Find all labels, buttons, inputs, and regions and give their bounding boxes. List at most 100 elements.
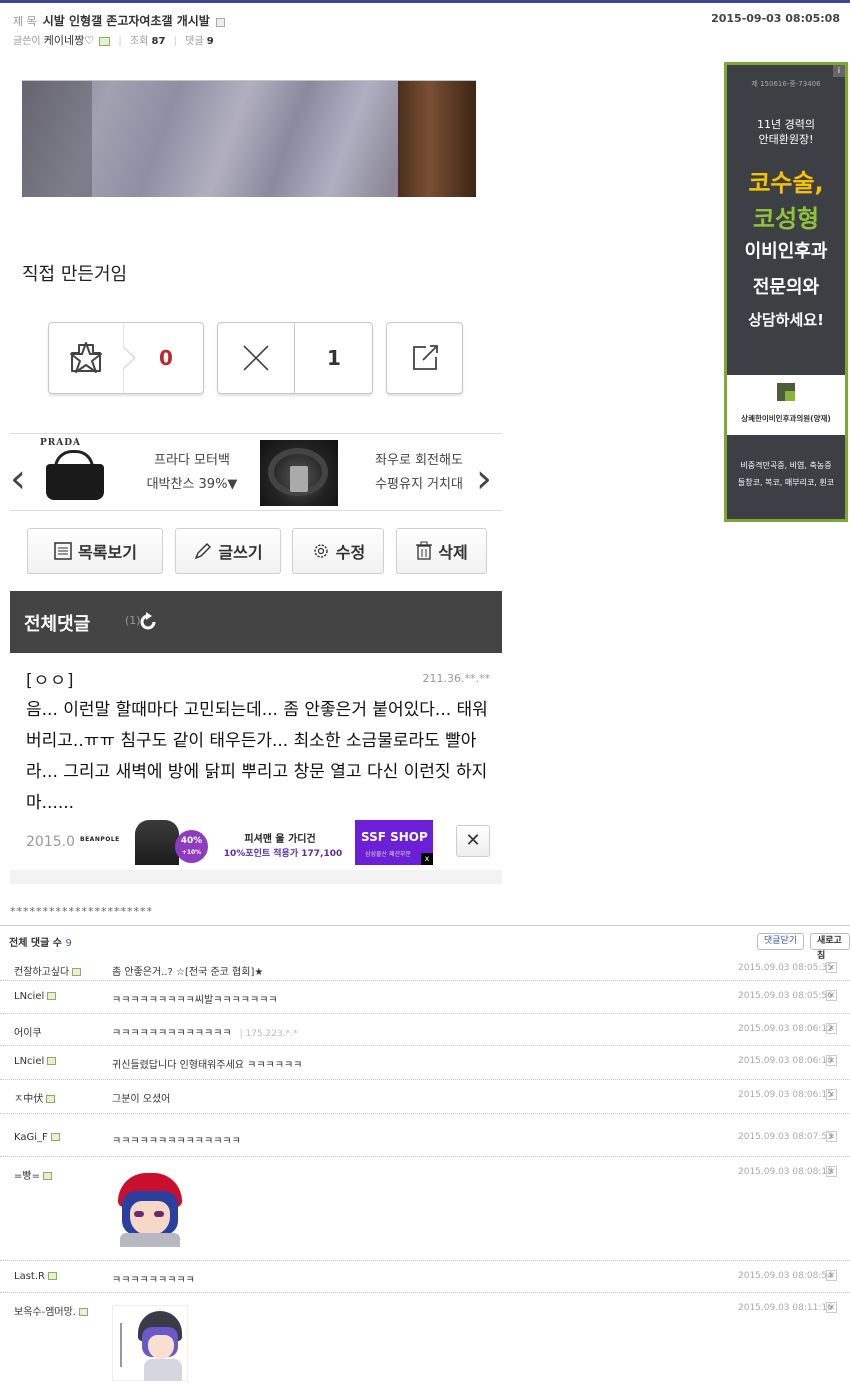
list-date: 2015.09.03 08:08:54 <box>738 1271 833 1281</box>
write-button[interactable]: 글쓰기 <box>175 528 281 574</box>
car-mount-image[interactable] <box>260 440 338 506</box>
gallog-icon[interactable] <box>72 968 82 976</box>
edit-button[interactable]: 수정 <box>292 528 384 574</box>
delete-comment-icon[interactable]: ✕ <box>826 1055 837 1066</box>
delete-comment-icon[interactable]: ✕ <box>826 1302 837 1313</box>
banner-item-2-text[interactable]: 좌우로 회전해도 수평유지 거치대 <box>344 449 494 497</box>
list-nick[interactable]: LNciel <box>14 1056 57 1067</box>
gallog-icon[interactable] <box>79 1308 88 1316</box>
list-date: 2015.09.03 08:11:16 <box>738 1303 833 1313</box>
dccon-image <box>112 1171 188 1247</box>
inline-ad[interactable]: BEANPOLE 40% +10% 피셔맨 울 가디건 10%포인트 적용가 17… <box>75 820 437 865</box>
list-nick[interactable]: =빵= <box>14 1167 52 1182</box>
list-item: 어이쿠 ㅋㅋㅋㅋㅋㅋㅋㅋㅋㅋㅋㅋㅋ | 175.223.*.* 2015.09.0… <box>0 1014 850 1046</box>
refresh-comments-button[interactable]: 새로고침 <box>810 933 850 961</box>
list-text: 그분이 오셨어 <box>112 1094 171 1105</box>
list-item: ㅈ中伏 그분이 오셨어 2015.09.03 08:06:15 ✕ <box>0 1080 850 1114</box>
list-text: 좀 안좋은거..? ☆[전국 준코 협회]★ <box>112 967 264 978</box>
list-nick[interactable]: LNciel <box>14 991 57 1002</box>
list-text: ㅋㅋㅋㅋㅋㅋㅋㅋㅋㅋㅋㅋㅋㅋ <box>112 1136 241 1147</box>
list-text: ㅋㅋㅋㅋㅋㅋㅋㅋㅋ씨발ㅋㅋㅋㅋㅋㅋㅋ <box>112 995 278 1006</box>
delete-button[interactable]: 삭제 <box>396 528 487 574</box>
ad-big-4: 전문의와 <box>752 277 820 298</box>
gallog-icon[interactable] <box>50 1133 60 1141</box>
recommend-button[interactable] <box>49 323 123 393</box>
share-button[interactable] <box>386 322 463 394</box>
ad-big-2: 코성형 <box>752 205 820 233</box>
delete-comment-icon[interactable]: ✕ <box>826 1089 837 1100</box>
ad-big-5: 상담하세요! <box>748 311 824 329</box>
side-ad[interactable]: i 제 150616-중-73406 11년 경력의 안태환원장! 코수술, 코성… <box>724 62 848 522</box>
ad-info-icon[interactable]: i <box>833 65 845 77</box>
comment-header: 전체댓글 (1) <box>10 591 502 653</box>
views-label: 조회 <box>129 36 149 47</box>
list-date: 2015.09.03 08:06:15 <box>738 1090 833 1100</box>
list-button[interactable]: 목록보기 <box>27 528 163 574</box>
list-nick[interactable]: ㅈ中伏 <box>14 1090 56 1105</box>
post-title: 시발 인형갤 존고자여초갤 개시발 <box>42 14 210 28</box>
refresh-icon[interactable] <box>137 611 159 633</box>
pencil-icon <box>195 543 212 560</box>
dccon-image <box>112 1305 188 1381</box>
list-label: 목록보기 <box>78 543 137 562</box>
delete-comment-icon[interactable]: ✕ <box>826 1270 837 1281</box>
prada-bag-image[interactable]: PRADA <box>40 438 110 506</box>
comment-date: 2015.0 <box>26 834 75 850</box>
banner-next-icon[interactable]: › <box>476 456 492 502</box>
ad-x-icon[interactable]: x <box>421 853 433 865</box>
unrecommend-box: 1 <box>217 322 373 394</box>
ad-close-button[interactable]: ✕ <box>456 825 490 857</box>
banner-prev-icon[interactable]: ‹ <box>10 456 26 502</box>
comment-body: 음... 이런말 할때마다 고민되는데... 좀 안좋은거 붙어있다... 태워… <box>26 700 488 813</box>
ad-intro: 11년 경력의 안태환원장! <box>757 118 815 146</box>
writer-nick[interactable]: 케이네짱♡ <box>44 34 94 47</box>
list-item: 보옥수-엠머망. 2015.09.03 08:11:16 ✕ <box>0 1293 850 1387</box>
banner-item-1-text[interactable]: 프라다 모터백 대박찬스 39%▼ <box>122 449 262 497</box>
gallog-icon[interactable] <box>42 1172 52 1180</box>
comment-header-title: 전체댓글 <box>24 614 91 635</box>
gallog-icon[interactable] <box>46 1095 56 1103</box>
list-nick[interactable]: KaGi_F <box>14 1132 60 1143</box>
post-photo[interactable] <box>22 80 476 197</box>
gallog-icon[interactable] <box>47 1272 57 1280</box>
list-item: 컨잘하고싶다 좀 안좋은거..? ☆[전국 준코 협회]★ 2015.09.03… <box>0 953 850 981</box>
ad-reg-no: 제 150616-중-73406 <box>751 80 821 88</box>
delete-comment-icon[interactable]: ✕ <box>826 1166 837 1177</box>
post-date: 2015-09-03 08:05:08 <box>711 12 840 25</box>
trash-icon <box>416 541 433 560</box>
list-nick[interactable]: 어이쿠 <box>14 1024 42 1039</box>
list-date: 2015.09.03 08:08:18 <box>738 1167 833 1177</box>
delete-comment-icon[interactable]: ✕ <box>826 962 837 973</box>
list-text: ㅋㅋㅋㅋㅋㅋㅋㅋㅋㅋㅋㅋㅋ | 175.223.*.* <box>112 1028 298 1039</box>
list-item: Last.R ㅋㅋㅋㅋㅋㅋㅋㅋㅋ 2015.09.03 08:08:54 ✕ <box>0 1261 850 1293</box>
unrecommend-button[interactable] <box>218 323 295 393</box>
recommend-box: 0 <box>48 322 204 394</box>
fold-comments-button[interactable]: 댓글닫기 <box>757 933 805 950</box>
delete-comment-icon[interactable]: ✕ <box>826 1131 837 1142</box>
prada-logo: PRADA <box>40 438 82 448</box>
comments-count: 9 <box>206 36 214 47</box>
comment-nick: [ㅇㅇ] <box>26 671 75 691</box>
delete-comment-icon[interactable]: ✕ <box>826 990 837 1001</box>
gallog-icon[interactable] <box>47 1057 57 1065</box>
ad-big-3: 이비인후과 <box>744 241 828 262</box>
ad-headline: 피셔맨 울 가디건 <box>244 834 316 845</box>
comment-total: 전체 댓글 수 9 <box>9 934 72 949</box>
star-icon <box>70 342 102 373</box>
recommend-count: 0 <box>159 346 173 370</box>
list-nick[interactable]: Last.R <box>14 1271 57 1282</box>
gallog-icon[interactable] <box>47 992 57 1000</box>
list-date: 2015.09.03 08:07:53 <box>738 1132 833 1142</box>
list-text: ㅋㅋㅋㅋㅋㅋㅋㅋㅋ <box>112 1275 195 1286</box>
comment-total-label: 전체 댓글 수 <box>9 938 62 949</box>
gallog-icon[interactable] <box>99 36 111 46</box>
divider-stars: ********************** <box>10 905 153 918</box>
ssf-shop-logo: SSF SHOP 삼성물산 패션부문 x <box>355 820 433 865</box>
model-image <box>135 820 179 865</box>
ad-bottom-text: 비중격만곡증, 비염, 축농증 들창코, 복코, 매부리코, 휜코 <box>737 461 835 487</box>
list-nick[interactable]: 컨잘하고싶다 <box>14 963 82 978</box>
list-nick[interactable]: 보옥수-엠머망. <box>14 1303 88 1318</box>
list-item: =빵= 2015.09.03 08:08:18 ✕ <box>0 1157 850 1261</box>
delete-comment-icon[interactable]: ✕ <box>826 1023 837 1034</box>
list-date: 2015.09.03 08:06:12 <box>738 1024 833 1034</box>
